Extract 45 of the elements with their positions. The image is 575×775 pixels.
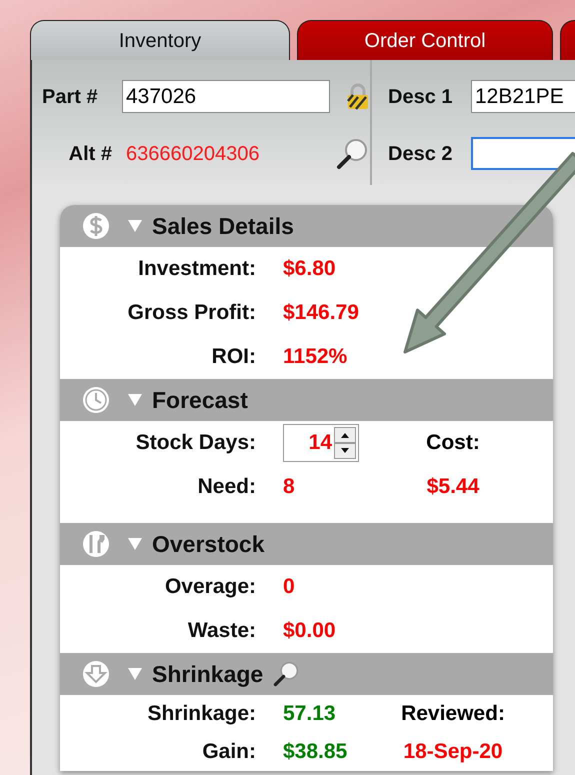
part-number-field[interactable]: 437026: [122, 80, 330, 113]
section-title[interactable]: Sales Details: [152, 208, 294, 244]
lock-icon: [346, 82, 370, 110]
field-value: $0.00: [283, 618, 336, 644]
collapse-icon[interactable]: [128, 538, 142, 550]
field-label: Overage:: [164, 574, 256, 600]
section-title[interactable]: Forecast: [152, 382, 248, 418]
field-label: Need:: [196, 474, 256, 500]
field-label: Desc 1: [388, 84, 454, 110]
collapse-icon[interactable]: [128, 394, 142, 406]
field-label: Gross Profit:: [126, 300, 256, 326]
stock-days-spinner[interactable]: 14: [283, 424, 359, 462]
field-value: 57.13: [283, 701, 336, 728]
field-text: Cost:: [425, 430, 481, 456]
clock-icon: [82, 386, 110, 414]
field-text: Reviewed:: [400, 701, 506, 728]
field-label: Investment:: [137, 256, 256, 282]
field-text: $5.44: [426, 474, 480, 500]
section-title[interactable]: Shrinkage: [152, 656, 264, 692]
field-value: $38.85: [283, 739, 348, 766]
field-label: Stock Days:: [134, 430, 256, 456]
field-value: 1152%: [283, 344, 348, 370]
field-value: $6.80: [283, 256, 336, 282]
section-title[interactable]: Overstock: [152, 526, 265, 562]
collapse-icon[interactable]: [128, 220, 142, 232]
tools-icon: [82, 530, 110, 558]
tab[interactable]: Inventory: [30, 20, 290, 60]
tab[interactable]: Order Control: [297, 20, 553, 60]
spinner-arrows-icon[interactable]: [334, 427, 356, 459]
field-label: Alt #: [68, 142, 113, 166]
field-text: 18-Sep-20: [402, 739, 504, 766]
field-label: ROI:: [210, 344, 256, 370]
alt-number: 636660204306: [125, 142, 260, 166]
field-label: Part #: [42, 84, 99, 110]
field-label: Shrinkage:: [146, 701, 256, 728]
field-label: Waste:: [186, 618, 256, 644]
field-label: Desc 2: [388, 142, 454, 166]
description-field[interactable]: 12B21PE: [471, 80, 575, 113]
field-value: $146.79: [283, 300, 359, 326]
dollar-icon: [82, 212, 110, 240]
field-value: 8: [283, 474, 295, 500]
collapse-icon[interactable]: [128, 668, 142, 680]
field-value: 0: [283, 574, 295, 600]
search-icon: [336, 138, 368, 170]
field-label: Gain:: [201, 739, 256, 766]
